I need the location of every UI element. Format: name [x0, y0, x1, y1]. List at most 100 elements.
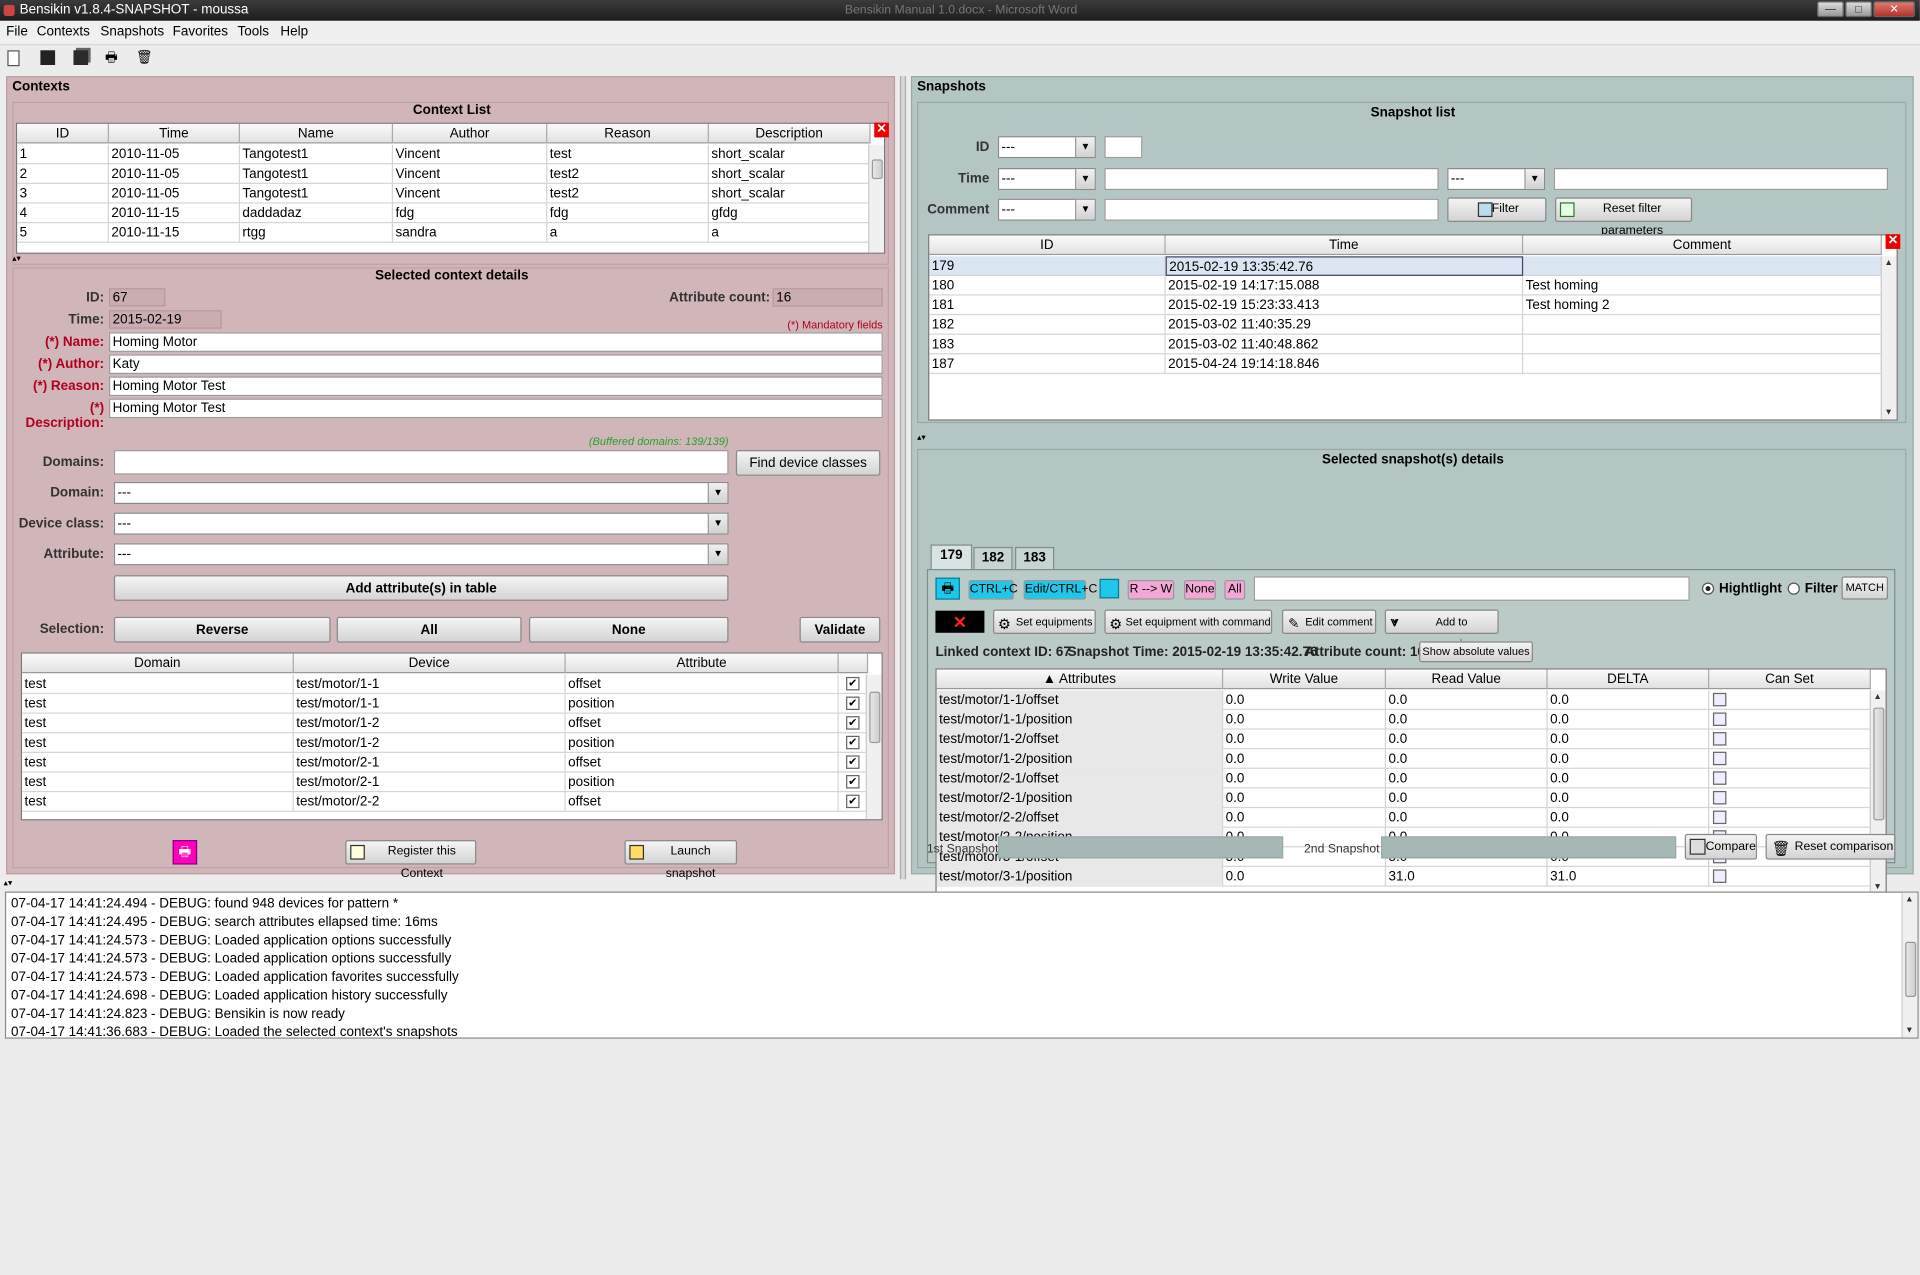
unchecked-checkbox[interactable] [1712, 712, 1727, 726]
new-icon[interactable] [7, 50, 20, 67]
table-row[interactable]: test test/motor/1-2 position ✔ [22, 733, 869, 753]
attribute-select[interactable]: --- ▼ [113, 543, 729, 566]
unchecked-checkbox[interactable] [1712, 751, 1727, 766]
table-row[interactable]: test test/motor/1-1 position ✔ [22, 694, 869, 714]
filter-time-select-1[interactable]: --- ▼ [997, 168, 1096, 191]
tab-179[interactable]: 179 [930, 544, 973, 570]
r-to-w-button[interactable]: R --> W [1127, 580, 1175, 600]
table-row[interactable]: test/motor/1-2/offset 0.0 0.0 0.0 [936, 729, 1871, 750]
chevron-down-icon[interactable]: ▼ [707, 513, 728, 534]
table-row[interactable]: test/motor/1-1/offset 0.0 0.0 0.0 [936, 690, 1871, 711]
compare-button[interactable]: Compare [1684, 833, 1758, 860]
checked-checkbox[interactable]: ✔ [846, 696, 860, 711]
filter-time-input-2[interactable] [1553, 168, 1889, 191]
col-domain[interactable]: Domain [22, 653, 294, 674]
chevron-down-icon[interactable]: ▼ [707, 544, 728, 565]
table-row[interactable]: test test/motor/2-2 offset ✔ [22, 792, 869, 812]
table-row[interactable]: test/motor/1-1/position 0.0 0.0 0.0 [936, 710, 1871, 730]
none-select-button[interactable]: None [1183, 580, 1216, 600]
unchecked-checkbox[interactable] [1712, 771, 1727, 785]
description-field[interactable]: Homing Motor Test [108, 398, 883, 419]
match-button[interactable]: MATCH [1841, 576, 1889, 600]
launch-snapshot-button[interactable]: Launch snapshot [624, 840, 738, 880]
col-attributes[interactable]: ▲ Attributes [937, 669, 1224, 690]
device-class-select[interactable]: --- ▼ [113, 512, 729, 535]
search-input[interactable] [1253, 576, 1690, 601]
set-equipments-button[interactable]: ⚙ Set equipments [992, 609, 1096, 634]
table-row[interactable]: 4 2010-11-15 daddadaz fdg fdg gfdg [17, 203, 871, 224]
table-row[interactable]: 1 2010-11-05 Tangotest1 Vincent test short_sc… [17, 144, 871, 165]
none-button[interactable]: None [528, 616, 729, 643]
menu-contexts[interactable]: Contexts [37, 25, 90, 40]
split-arrows[interactable]: ▴▾ [917, 433, 926, 443]
unchecked-checkbox[interactable] [1712, 790, 1727, 805]
col-description[interactable]: Description [709, 123, 871, 144]
save-all-icon[interactable] [73, 50, 89, 65]
unchecked-checkbox[interactable] [1712, 732, 1727, 746]
close-icon[interactable]: ✕ [874, 122, 889, 138]
chevron-down-icon[interactable]: ▼ [707, 483, 728, 503]
menu-file[interactable]: File [6, 25, 28, 40]
name-field[interactable]: Homing Motor [108, 332, 883, 352]
col-write-value[interactable]: Write Value [1223, 669, 1387, 690]
unchecked-checkbox[interactable] [1712, 692, 1727, 707]
filter-id-input[interactable] [1104, 136, 1143, 159]
save-icon[interactable] [40, 50, 56, 65]
print-snapshot-button[interactable]: 🖶 [935, 577, 960, 600]
unchecked-checkbox[interactable] [1712, 869, 1727, 883]
tab-182[interactable]: 182 [973, 546, 1013, 570]
unchecked-checkbox[interactable] [1712, 810, 1727, 825]
checked-checkbox[interactable]: ✔ [846, 775, 860, 789]
maximize-button[interactable]: □ [1845, 1, 1873, 18]
print-context-button[interactable]: 🖶 [172, 840, 198, 865]
attribute-table[interactable]: Domain Device Attribute test test/motor/1… [20, 652, 883, 821]
table-row[interactable]: 2 2010-11-05 Tangotest1 Vincent test2 short_s… [17, 164, 871, 184]
col-snapshot-id[interactable]: ID [929, 235, 1166, 256]
trash-icon[interactable]: 🗑 [136, 50, 153, 66]
table-row[interactable]: 181 2015-02-19 15:23:33.413 Test homing 2 [929, 295, 1882, 316]
tab-183[interactable]: 183 [1015, 546, 1055, 570]
print-icon[interactable]: 🖶 [103, 50, 120, 66]
filter-radio[interactable] [1787, 582, 1800, 595]
col-attribute[interactable]: Attribute [566, 653, 839, 674]
chevron-down-icon[interactable]: ▼ [1524, 169, 1544, 189]
col-id[interactable]: ID [17, 123, 109, 144]
col-name[interactable]: Name [240, 123, 394, 144]
col-time[interactable]: Time [109, 123, 240, 144]
set-equipment-command-button[interactable]: ⚙ Set equipment with command [1104, 609, 1273, 634]
checked-checkbox[interactable]: ✔ [846, 735, 860, 750]
filter-time-select-2[interactable]: --- ▼ [1447, 168, 1546, 191]
reset-comparison-button[interactable]: 🗑 Reset comparison [1765, 833, 1896, 860]
table-row[interactable]: 5 2010-11-15 rtgg sandra a a [17, 223, 871, 243]
table-row[interactable]: test test/motor/1-1 offset ✔ [22, 674, 869, 695]
menu-favorites[interactable]: Favorites [173, 25, 228, 40]
add-attributes-button[interactable]: Add attribute(s) in table [113, 575, 729, 601]
snapshot-table[interactable]: ID Time Comment 179 2015-02-19 13:35:42.7… [928, 234, 1898, 421]
context-table-scrollbar[interactable] [868, 144, 885, 253]
show-absolute-values-button[interactable]: Show absolute values [1419, 641, 1533, 663]
filter-comment-input[interactable] [1104, 198, 1439, 221]
log-scrollbar[interactable]: ▲ ▼ [1901, 892, 1918, 1038]
all-select-button[interactable]: All [1224, 580, 1246, 600]
col-read-value[interactable]: Read Value [1386, 669, 1548, 690]
register-context-button[interactable]: Register this Context [345, 840, 477, 880]
reset-filter-button[interactable]: Reset filter parameters [1554, 197, 1693, 238]
attribute-table-scrollbar[interactable] [865, 674, 882, 820]
minimize-button[interactable]: — [1817, 1, 1844, 18]
chevron-down-icon[interactable]: ▼ [1075, 199, 1095, 220]
col-snapshot-comment[interactable]: Comment [1523, 235, 1882, 256]
table-row[interactable]: 183 2015-03-02 11:40:48.862 [929, 334, 1882, 355]
snapshot-table-scrollbar[interactable]: ▲ ▼ [1880, 256, 1897, 420]
table-row[interactable]: test/motor/1-2/position 0.0 0.0 0.0 [936, 749, 1871, 769]
table-row[interactable]: test test/motor/2-1 position ✔ [22, 772, 869, 793]
vertical-splitter[interactable] [899, 76, 907, 880]
add-comparison-button[interactable]: ⩔ Add to comparison [1384, 609, 1499, 650]
context-table[interactable]: ID Time Name Author Reason Description 1… [15, 122, 886, 254]
table-row[interactable]: 179 2015-02-19 13:35:42.76 [929, 256, 1882, 276]
domain-select[interactable]: --- ▼ [113, 481, 729, 505]
menu-tools[interactable]: Tools [238, 25, 269, 40]
checked-checkbox[interactable]: ✔ [846, 716, 860, 730]
reverse-button[interactable]: Reverse [113, 616, 331, 643]
reason-field[interactable]: Homing Motor Test [108, 376, 883, 397]
table-row[interactable]: test/motor/3-1/position 0.0 31.0 31.0 [936, 866, 1871, 887]
